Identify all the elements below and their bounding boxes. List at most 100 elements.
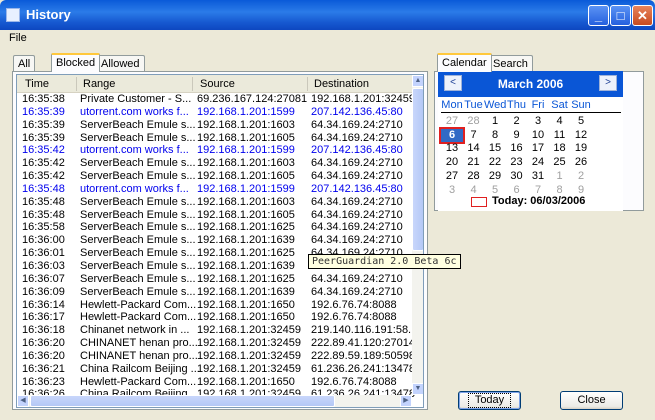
calendar-day[interactable]: 1: [484, 115, 506, 129]
table-row[interactable]: 16:35:38 Private Customer - S... 69.236.16…: [17, 93, 415, 106]
cell-range: CHINANET henan pro...: [80, 349, 198, 362]
calendar-day[interactable]: 26: [570, 156, 592, 170]
scroll-down-icon[interactable]: ▼: [412, 383, 423, 395]
tab-search[interactable]: Search: [488, 55, 533, 71]
calendar-day[interactable]: 10: [527, 129, 549, 143]
table-row[interactable]: 16:35:48 utorrent.com works f... 192.168.1…: [17, 183, 412, 196]
calendar-day[interactable]: 2: [506, 115, 528, 129]
table-row[interactable]: 16:36:18 Chinanet network in ... 192.168.1…: [17, 324, 417, 337]
table-row[interactable]: 16:35:48 ServerBeach Emule s... 192.168.1.…: [17, 196, 412, 209]
scroll-up-icon[interactable]: ▲: [412, 75, 423, 87]
calendar-day[interactable]: 30: [506, 170, 528, 184]
next-month-button[interactable]: >: [599, 75, 617, 91]
cell-time: 16:35:42: [22, 170, 65, 183]
table-row[interactable]: 16:35:42 utorrent.com works f... 192.168.1…: [17, 144, 412, 157]
cell-range: utorrent.com works f...: [80, 105, 189, 118]
cell-destination: 219.140.116.191:58...: [311, 324, 418, 337]
calendar-day[interactable]: 11: [549, 129, 571, 143]
calendar-day[interactable]: 22: [484, 156, 506, 170]
calendar-day[interactable]: 29: [484, 170, 506, 184]
calendar-month-label[interactable]: March 2006: [438, 77, 623, 91]
tab-all[interactable]: All: [13, 55, 36, 71]
table-row[interactable]: 16:36:17 Hewlett-Packard Com... 192.168.1.…: [17, 311, 412, 324]
table-row[interactable]: 16:36:21 China Railcom Beijing ... 192.168…: [17, 363, 415, 376]
table-row[interactable]: 16:35:58 ServerBeach Emule s... 192.168.1.…: [17, 221, 412, 234]
calendar-day[interactable]: 4: [549, 115, 571, 129]
table-row[interactable]: 16:35:39 ServerBeach Emule s... 192.168.1.…: [17, 119, 412, 132]
cell-range: ServerBeach Emule s...: [80, 170, 196, 183]
table-row[interactable]: 16:35:42 ServerBeach Emule s... 192.168.1.…: [17, 157, 412, 170]
column-header-destination[interactable]: Destination: [314, 78, 369, 90]
calendar-day[interactable]: 15: [484, 142, 506, 156]
calendar-day[interactable]: 7: [463, 129, 485, 143]
cell-destination: 64.34.169.24:2710: [311, 195, 403, 208]
column-header-range[interactable]: Range: [83, 78, 115, 90]
calendar-day[interactable]: 18: [549, 142, 571, 156]
calendar-day[interactable]: 4: [463, 184, 485, 198]
calendar-day[interactable]: 25: [549, 156, 571, 170]
calendar-day[interactable]: 2: [570, 170, 592, 184]
today-link[interactable]: Today: 06/03/2006: [492, 195, 585, 207]
vertical-scroll-thumb[interactable]: [412, 88, 423, 251]
calendar-day[interactable]: 20: [441, 156, 463, 170]
calendar-day[interactable]: 3: [441, 184, 463, 198]
calendar-day[interactable]: 9: [506, 129, 528, 143]
table-row[interactable]: 16:36:23 Hewlett-Packard Com... 192.168.1.…: [17, 376, 412, 389]
cell-destination: 64.34.169.24:2710: [311, 170, 403, 183]
calendar-day[interactable]: 23: [506, 156, 528, 170]
tab-allowed[interactable]: Allowed: [96, 55, 145, 71]
calendar-day[interactable]: 28: [463, 170, 485, 184]
calendar-day[interactable]: 14: [463, 142, 485, 156]
calendar-day[interactable]: 31: [527, 170, 549, 184]
table-row[interactable]: 16:36:00 ServerBeach Emule s... 192.168.1.…: [17, 234, 412, 247]
weekday-label: Fri: [531, 99, 545, 111]
close-button[interactable]: Close: [560, 391, 623, 410]
calendar-day[interactable]: 16: [506, 142, 528, 156]
table-row[interactable]: 16:36:20 CHINANET henan pro... 192.168.1.2…: [17, 337, 415, 350]
horizontal-scrollbar[interactable]: ◀ ▶: [17, 395, 412, 407]
table-row[interactable]: 16:35:42 ServerBeach Emule s... 192.168.1.…: [17, 170, 412, 183]
horizontal-scroll-thumb[interactable]: [30, 395, 335, 407]
cell-time: 16:36:20: [22, 349, 65, 362]
table-row[interactable]: 16:36:09 ServerBeach Emule s... 192.168.1.…: [17, 286, 412, 299]
calendar-day[interactable]: 24: [527, 156, 549, 170]
cell-source: 192.168.1.201:32459: [197, 349, 301, 362]
table-row[interactable]: 16:35:39 ServerBeach Emule s... 192.168.1.…: [17, 132, 412, 145]
calendar-day[interactable]: 13: [441, 142, 463, 156]
calendar-day[interactable]: 8: [484, 129, 506, 143]
tab-calendar[interactable]: Calendar: [437, 53, 492, 72]
calendar-day[interactable]: 27: [441, 170, 463, 184]
calendar-day[interactable]: 6: [439, 126, 465, 145]
cell-destination: 192.6.76.74:8088: [311, 311, 397, 324]
calendar-day[interactable]: 27: [441, 115, 463, 129]
table-row[interactable]: 16:36:20 CHINANET henan pro... 192.168.1.2…: [17, 349, 415, 363]
weekday-label: Tue: [464, 99, 483, 111]
cell-destination: 64.34.169.24:2710: [311, 221, 403, 234]
calendar-day[interactable]: 12: [570, 129, 592, 143]
table-row[interactable]: 16:36:14 Hewlett-Packard Com... 192.168.1.…: [17, 299, 412, 312]
table-row[interactable]: 16:35:48 ServerBeach Emule s... 192.168.1.…: [17, 209, 412, 222]
tab-blocked[interactable]: Blocked: [51, 53, 101, 72]
calendar-day[interactable]: 5: [570, 115, 592, 129]
calendar-day[interactable]: 19: [570, 142, 592, 156]
scroll-right-icon[interactable]: ▶: [400, 395, 412, 407]
minimize-button[interactable]: _: [588, 5, 609, 26]
column-header-source[interactable]: Source: [200, 78, 235, 90]
scroll-left-icon[interactable]: ◀: [17, 395, 29, 407]
vertical-scrollbar[interactable]: ▲ ▼: [412, 75, 423, 395]
title-bar[interactable]: History _ □ ✕: [0, 0, 655, 30]
maximize-button[interactable]: □: [610, 5, 631, 26]
calendar-day[interactable]: 17: [527, 142, 549, 156]
calendar-header: < March 2006 >: [438, 71, 623, 97]
calendar-day[interactable]: 3: [527, 115, 549, 129]
column-header-time[interactable]: Time: [25, 78, 49, 90]
calendar-day[interactable]: 21: [463, 156, 485, 170]
table-row[interactable]: 16:35:39 utorrent.com works f... 192.168.1…: [17, 106, 412, 119]
close-window-button[interactable]: ✕: [632, 5, 653, 26]
menu-file[interactable]: File: [9, 32, 27, 44]
history-list[interactable]: Time Range Source Destination 16:35:38 Pr…: [16, 74, 424, 408]
calendar-day[interactable]: 1: [549, 170, 571, 184]
table-row[interactable]: 16:36:07 ServerBeach Emule s... 192.168.1.…: [17, 273, 412, 286]
calendar-day[interactable]: 28: [463, 115, 485, 129]
today-button[interactable]: Today: [458, 391, 521, 410]
